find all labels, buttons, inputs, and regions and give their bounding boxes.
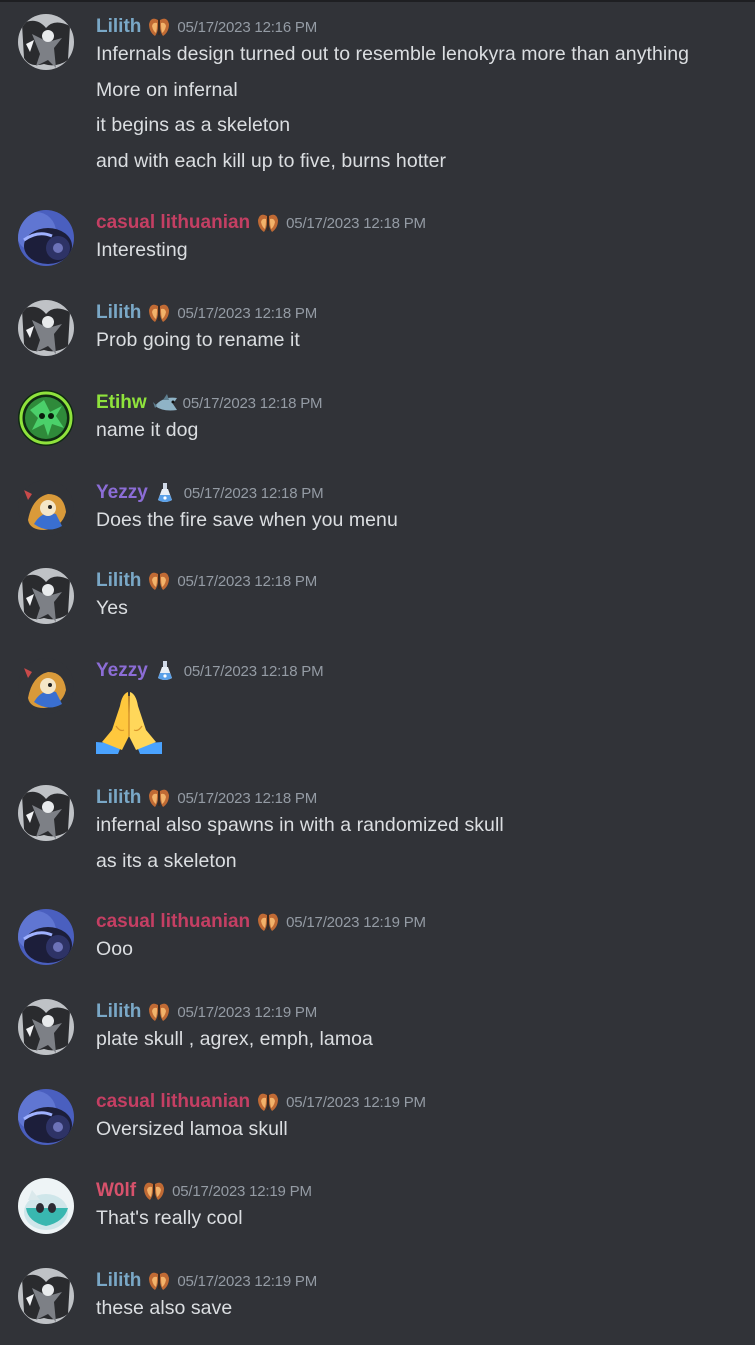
moth-wings-icon[interactable] [147,1001,171,1023]
author-name[interactable]: Lilith [96,302,141,324]
author-name[interactable]: Lilith [96,1001,141,1023]
avatar[interactable] [18,1268,74,1324]
message-header: Lilith 05/17/2023 12:18 PM [96,785,317,811]
timestamp[interactable]: 05/17/2023 12:18 PM [286,215,426,232]
timestamp[interactable]: 05/17/2023 12:19 PM [286,914,426,931]
message-text: Interesting [96,239,188,261]
message-text: infernal also spawns in with a randomize… [96,814,504,836]
message-text: Infernals design turned out to resemble … [96,43,690,65]
avatar[interactable] [18,300,74,356]
moth-wings-icon[interactable] [147,16,171,38]
message-header: Yezzy 05/17/2023 12:18 PM [96,480,324,506]
message-text: Oversized lamoa skull [96,1118,288,1140]
timestamp[interactable]: 05/17/2023 12:19 PM [177,1273,317,1290]
message-text: Yes [96,597,128,619]
author-name[interactable]: casual lithuanian [96,911,250,933]
avatar[interactable] [18,658,74,714]
timestamp[interactable]: 05/17/2023 12:18 PM [177,573,317,590]
message-list: Lilith 05/17/2023 12:16 PM Infernals desi… [0,0,755,1345]
message-text: name it dog [96,419,199,441]
message-header: Lilith 05/17/2023 12:18 PM [96,568,317,594]
message-header: casual lithuanian 05/17/2023 12:19 PM [96,1089,426,1115]
author-name[interactable]: Etihw [96,392,147,414]
author-name[interactable]: casual lithuanian [96,1091,250,1113]
avatar[interactable] [18,390,74,446]
timestamp[interactable]: 05/17/2023 12:18 PM [184,485,324,502]
timestamp[interactable]: 05/17/2023 12:18 PM [177,790,317,807]
author-name[interactable]: Lilith [96,1270,141,1292]
author-name[interactable]: casual lithuanian [96,212,250,234]
moth-wings-icon[interactable] [147,787,171,809]
message-text: Prob going to rename it [96,329,300,351]
moth-wings-icon[interactable] [256,1091,280,1113]
avatar[interactable] [18,210,74,266]
message-header: casual lithuanian 05/17/2023 12:18 PM [96,210,426,236]
avatar[interactable] [18,1178,74,1234]
timestamp[interactable]: 05/17/2023 12:18 PM [177,305,317,322]
avatar[interactable] [18,999,74,1055]
timestamp[interactable]: 05/17/2023 12:19 PM [172,1183,312,1200]
message-header: casual lithuanian 05/17/2023 12:19 PM [96,909,426,935]
message-text: More on infernal [96,78,238,101]
moth-wings-icon[interactable] [256,212,280,234]
avatar[interactable] [18,1089,74,1145]
author-name[interactable]: Yezzy [96,660,148,682]
message-header: Yezzy 05/17/2023 12:18 PM [96,658,324,684]
message-text: it begins as a skeleton [96,114,291,136]
author-name[interactable]: Lilith [96,16,141,38]
avatar[interactable] [18,909,74,965]
message-text: Ooo [96,938,134,960]
message-text: plate skull , agrex, emph, lamoa [96,1028,373,1050]
message-text: That's really cool [96,1207,243,1229]
avatar[interactable] [18,785,74,841]
message-header: Lilith 05/17/2023 12:19 PM [96,1268,317,1294]
message-header: Etihw 05/17/2023 12:18 PM [96,390,323,416]
avatar[interactable] [18,568,74,624]
potion-icon[interactable] [154,660,178,682]
potion-icon[interactable] [154,482,178,504]
moth-wings-icon[interactable] [142,1180,166,1202]
message-text: these also save [96,1297,233,1319]
author-name[interactable]: Lilith [96,570,141,592]
avatar[interactable] [18,14,74,70]
message-text: and with each kill up to five, burns hot… [96,149,447,172]
folded-hands-icon [94,686,164,761]
timestamp[interactable]: 05/17/2023 12:18 PM [184,663,324,680]
timestamp[interactable]: 05/17/2023 12:16 PM [177,19,317,36]
message-header: W0lf 05/17/2023 12:19 PM [96,1178,312,1204]
moth-wings-icon[interactable] [147,570,171,592]
avatar[interactable] [18,480,74,536]
moth-wings-icon[interactable] [147,1270,171,1292]
author-name[interactable]: W0lf [96,1180,136,1202]
timestamp[interactable]: 05/17/2023 12:19 PM [177,1004,317,1021]
author-name[interactable]: Lilith [96,787,141,809]
shark-icon[interactable] [152,392,177,414]
message-header: Lilith 05/17/2023 12:19 PM [96,999,317,1025]
moth-wings-icon[interactable] [147,302,171,324]
timestamp[interactable]: 05/17/2023 12:19 PM [286,1094,426,1111]
message-text: as its a skeleton [96,849,237,872]
timestamp[interactable]: 05/17/2023 12:18 PM [183,395,323,412]
author-name[interactable]: Yezzy [96,482,148,504]
message-header: Lilith 05/17/2023 12:18 PM [96,300,317,326]
message-text: Does the fire save when you menu [96,509,398,531]
message-header: Lilith 05/17/2023 12:16 PM [96,14,317,40]
moth-wings-icon[interactable] [256,911,280,933]
